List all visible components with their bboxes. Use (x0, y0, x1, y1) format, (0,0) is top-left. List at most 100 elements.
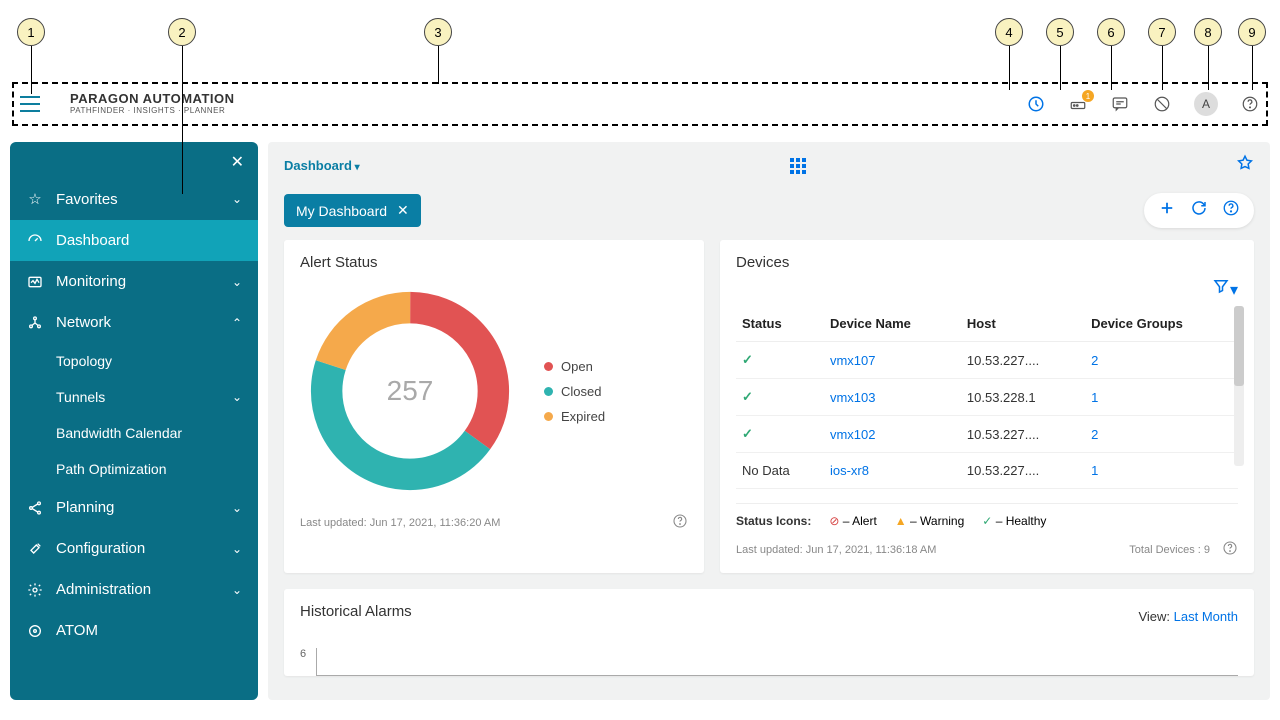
sidebar-sub-pathopt[interactable]: Path Optimization (10, 451, 258, 487)
devices-table: Status Device Name Host Device Groups ✓v… (736, 306, 1238, 489)
callout-5: 5 (1046, 18, 1074, 46)
sidebar-item-network[interactable]: Network ⌃ (10, 302, 258, 343)
device-link[interactable]: ios-xr8 (824, 453, 961, 489)
hist-plot-area (316, 648, 1238, 676)
table-row[interactable]: ✓ vmx10210.53.227....2 (736, 416, 1238, 453)
callout-line (31, 46, 32, 94)
card-title: Historical Alarms (300, 603, 412, 620)
view-label: View: (1138, 609, 1170, 624)
groups-link[interactable]: 1 (1085, 379, 1238, 416)
groups-link[interactable]: 2 (1085, 416, 1238, 453)
tab-my-dashboard[interactable]: My Dashboard ✕ (284, 194, 421, 227)
chevron-up-icon: ⌃ (232, 316, 242, 330)
sidebar-item-dashboard[interactable]: Dashboard (10, 220, 258, 261)
device-link[interactable]: vmx102 (824, 416, 961, 453)
callout-8: 8 (1194, 18, 1222, 46)
add-widget-button[interactable] (1158, 199, 1176, 222)
status-legend: Status Icons: ⊘ – Alert ▲ – Warning ✓ – … (736, 503, 1238, 528)
legend-label: – Warning (910, 514, 964, 528)
sidebar-sub-bwcal[interactable]: Bandwidth Calendar (10, 415, 258, 451)
sidebar-item-label: Favorites (56, 191, 118, 208)
close-tab-icon[interactable]: ✕ (397, 202, 409, 219)
callout-7: 7 (1148, 18, 1176, 46)
sidebar-item-administration[interactable]: Administration ⌄ (10, 569, 258, 610)
noaccess-icon[interactable] (1152, 94, 1172, 114)
chevron-down-icon: ⌄ (232, 583, 242, 597)
network-icon (26, 315, 44, 331)
total-devices: Total Devices : 9 (1129, 544, 1210, 556)
help-icon[interactable] (1240, 94, 1260, 114)
user-avatar[interactable]: A (1194, 92, 1218, 116)
callout-line (1162, 46, 1163, 90)
col-host[interactable]: Host (961, 306, 1085, 342)
toolbar-help-icon[interactable] (1222, 199, 1240, 222)
sidebar-item-configuration[interactable]: Configuration ⌄ (10, 528, 258, 569)
card-title: Alert Status (300, 254, 688, 271)
hardware-health-icon[interactable]: 1 (1068, 94, 1088, 114)
view-select[interactable]: Last Month (1174, 609, 1238, 624)
sidebar-item-label: Configuration (56, 540, 145, 557)
hamburger-icon[interactable] (20, 96, 40, 112)
chevron-down-icon: ⌄ (232, 192, 242, 206)
logo-subtitle: PATHFINDER · INSIGHTS · PLANNER (70, 107, 235, 116)
card-help-icon[interactable] (672, 513, 688, 532)
healthy-icon: ✓ (742, 389, 753, 404)
feedback-icon[interactable] (1110, 94, 1130, 114)
device-link[interactable]: vmx103 (824, 379, 961, 416)
callout-4: 4 (995, 18, 1023, 46)
main-panel: Dashboard My Dashboard ✕ Alert Status (268, 142, 1270, 700)
col-status[interactable]: Status (736, 306, 824, 342)
logo-brand: PARAGON AUTOMATION (70, 92, 235, 106)
sidebar-sub-label: Bandwidth Calendar (56, 425, 182, 441)
logo: PARAGON AUTOMATION PATHFINDER · INSIGHTS… (70, 92, 235, 115)
favorite-star-icon[interactable] (1236, 154, 1254, 177)
devices-card: Devices ▾ Status Device Name Host Device… (720, 240, 1254, 573)
device-link[interactable]: vmx107 (824, 342, 961, 379)
legend-label: Closed (561, 384, 601, 399)
legend-label: – Alert (843, 514, 877, 528)
sidebar-item-favorites[interactable]: ☆ Favorites ⌄ (10, 178, 258, 220)
callout-9: 9 (1238, 18, 1266, 46)
top-banner: PARAGON AUTOMATION PATHFINDER · INSIGHTS… (0, 82, 1280, 126)
callout-line (1111, 46, 1112, 90)
banner-icons: 1 A (1026, 92, 1260, 116)
refresh-button[interactable] (1190, 199, 1208, 222)
sidebar-sub-label: Path Optimization (56, 461, 167, 477)
sidebar-sub-label: Tunnels (56, 389, 105, 405)
warning-icon: ▲ (895, 514, 907, 528)
scrollbar-thumb[interactable] (1234, 306, 1244, 386)
legend-label: Expired (561, 409, 605, 424)
callout-line (182, 46, 183, 194)
sidebar-sub-label: Topology (56, 353, 112, 369)
callout-6: 6 (1097, 18, 1125, 46)
historical-alarms-card: Historical Alarms View: Last Month 6 (284, 589, 1254, 676)
col-groups[interactable]: Device Groups (1085, 306, 1238, 342)
y-tick: 6 (300, 648, 306, 660)
legend-dot-expired (544, 412, 553, 421)
table-row[interactable]: No Dataios-xr810.53.227....1 (736, 453, 1238, 489)
devices-scrollbar[interactable] (1234, 306, 1244, 466)
cell: 10.53.227.... (961, 416, 1085, 453)
sidebar-sub-topology[interactable]: Topology (10, 343, 258, 379)
sidebar-sub-tunnels[interactable]: Tunnels⌄ (10, 379, 258, 415)
col-name[interactable]: Device Name (824, 306, 961, 342)
breadcrumb[interactable]: Dashboard (284, 158, 360, 173)
sidebar-item-planning[interactable]: Planning ⌄ (10, 487, 258, 528)
filter-icon[interactable]: ▾ (1212, 277, 1238, 300)
table-row[interactable]: ✓vmx10310.53.228.11 (736, 379, 1238, 416)
scheduler-icon[interactable] (1026, 94, 1046, 114)
callout-3: 3 (424, 18, 452, 46)
chevron-down-icon: ⌄ (232, 542, 242, 556)
groups-link[interactable]: 1 (1085, 453, 1238, 489)
card-help-icon[interactable] (1222, 540, 1238, 559)
close-sidebar-icon[interactable]: ✕ (231, 152, 244, 172)
apps-grid-icon[interactable] (790, 158, 806, 174)
healthy-icon: ✓ (742, 426, 753, 441)
table-row[interactable]: ✓vmx10710.53.227....2 (736, 342, 1238, 379)
groups-link[interactable]: 2 (1085, 342, 1238, 379)
sidebar-item-monitoring[interactable]: Monitoring ⌄ (10, 261, 258, 302)
legend-label: – Healthy (996, 514, 1047, 528)
gear-icon (26, 582, 44, 598)
callout-line (438, 46, 439, 84)
sidebar-item-atom[interactable]: ATOM (10, 610, 258, 651)
